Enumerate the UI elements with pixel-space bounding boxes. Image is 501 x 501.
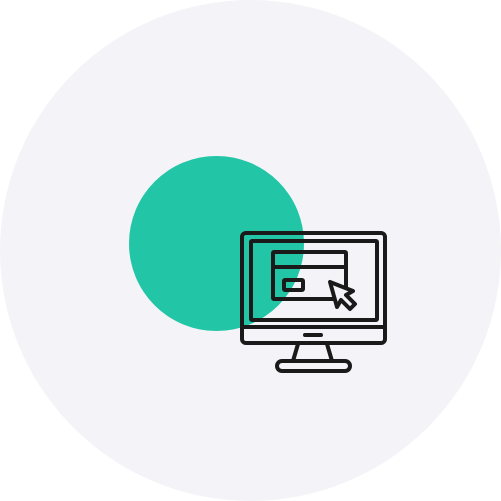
computer-monitor-card-click-icon [240,231,387,373]
monitor-stand [291,342,334,363]
illustration-canvas [0,0,501,501]
monitor-base [275,359,352,373]
cursor-arrow-icon [328,280,357,311]
card-chip [282,278,305,292]
